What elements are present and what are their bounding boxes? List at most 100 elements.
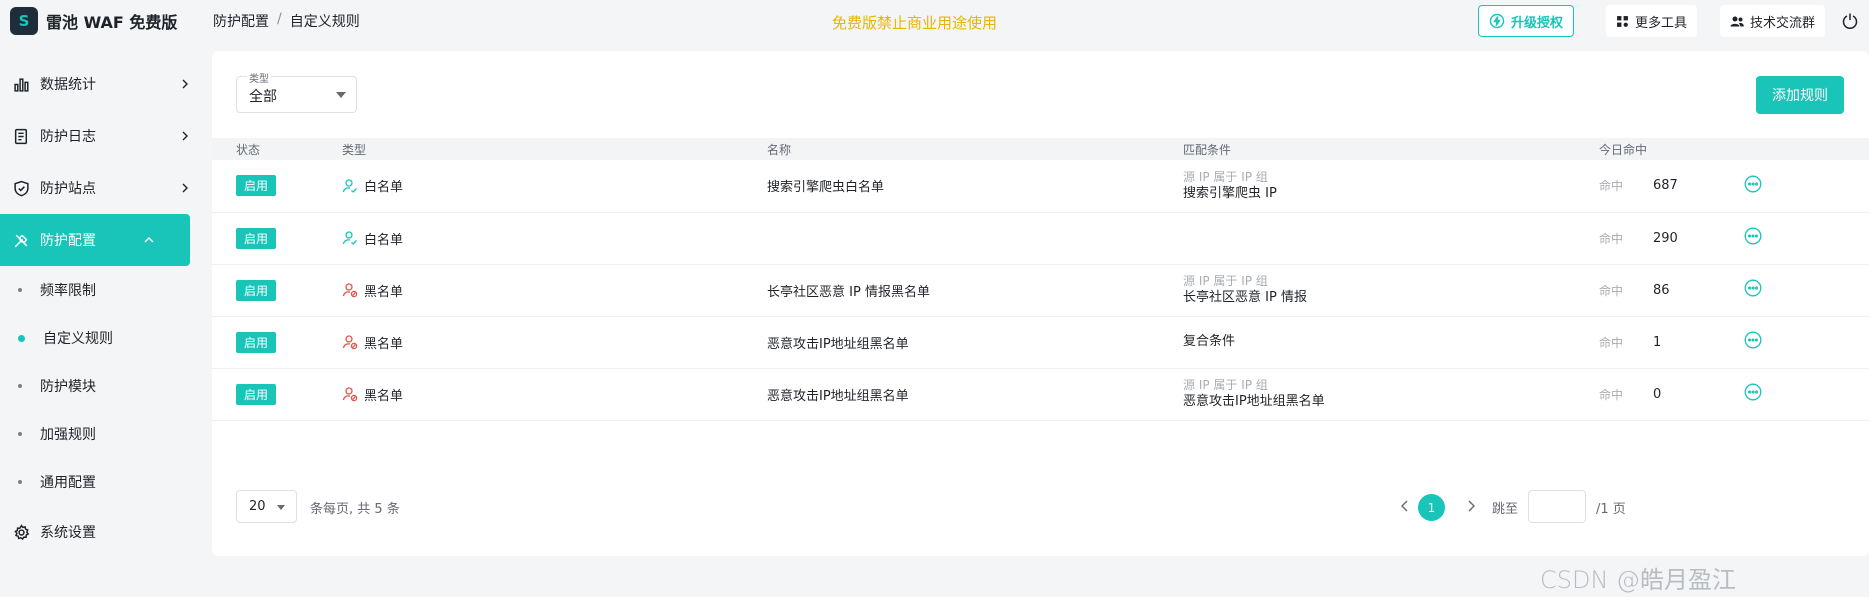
safeline-logo-icon: S (10, 7, 38, 35)
status-badge: 启用 (236, 383, 277, 405)
chevron-right-icon[interactable] (1462, 497, 1480, 515)
grid-icon (1617, 15, 1628, 27)
rule-name: 恶意攻击IP地址组黑名单 (767, 336, 909, 352)
pagination-info: 条每页, 共 5 条 (310, 502, 400, 517)
sidebar-sub-item-label: 频率限制 (40, 283, 96, 299)
tech-group-label: 技术交流群 (1750, 15, 1816, 31)
sidebar-sub-item-label: 防护模块 (40, 379, 96, 395)
add-rule-button[interactable]: 添加规则 (1756, 76, 1844, 114)
sidebar-sub-item-protection-modules[interactable]: 防护模块 (0, 362, 212, 410)
condition-label: 源 IP 属于 IP 组 (1183, 378, 1268, 392)
rule-type: 白名单 (364, 180, 404, 196)
chevron-left-icon[interactable] (1396, 497, 1414, 515)
rule-name: 恶意攻击IP地址组黑名单 (767, 388, 909, 404)
rules-table: 状态 类型 名称 匹配条件 今日命中 启用 白名单 搜索引擎爬虫白名单 源 IP… (212, 138, 1869, 421)
more-actions-icon[interactable] (1744, 331, 1762, 349)
breadcrumb-item-custom-rules: 自定义规则 (289, 14, 360, 30)
table-row[interactable]: 启用 黑名单 长亭社区恶意 IP 情报黑名单 源 IP 属于 IP 组 长亭社区… (212, 264, 1869, 316)
sidebar-item-sites[interactable]: 防护站点 (0, 162, 212, 214)
chevron-right-icon (182, 131, 188, 141)
hit-label: 命中 (1599, 179, 1624, 194)
type-filter-label: 类型 (247, 70, 271, 85)
tech-group-button[interactable]: 技术交流群 (1720, 5, 1826, 37)
sidebar-sub-item-general-config[interactable]: 通用配置 (0, 458, 212, 506)
condition-label: 源 IP 属于 IP 组 (1183, 169, 1268, 184)
csdn-watermark: CSDN @皓月盈江 (1540, 566, 1737, 594)
more-actions-icon[interactable] (1744, 227, 1762, 245)
status-badge: 启用 (236, 227, 277, 249)
sidebar-sub-item-rate-limit[interactable]: 频率限制 (0, 266, 212, 314)
sidebar-sub-item-enhanced-rules[interactable]: 加强规则 (0, 410, 212, 458)
chevron-right-icon (182, 79, 188, 89)
column-header-hits: 今日命中 (1599, 142, 1648, 157)
sidebar-item-label: 防护配置 (40, 233, 96, 249)
condition-value: 搜索引擎爬虫 IP (1183, 185, 1277, 201)
column-header-name: 名称 (767, 142, 792, 157)
blacklist-user-icon (342, 283, 358, 298)
jump-to-page-input[interactable] (1528, 490, 1586, 523)
hit-label: 命中 (1599, 283, 1624, 298)
column-header-condition: 匹配条件 (1183, 142, 1232, 157)
table-row[interactable]: 启用 白名单 搜索引擎爬虫白名单 源 IP 属于 IP 组 搜索引擎爬虫 IP … (212, 160, 1869, 212)
sidebar-item-system-settings[interactable]: 系统设置 (0, 506, 212, 558)
bullet-icon (18, 334, 25, 342)
bullet-icon (18, 384, 22, 388)
chevron-up-icon (144, 237, 154, 243)
breadcrumb-separator: / (277, 11, 282, 27)
gear-icon (12, 523, 30, 541)
column-header-type: 类型 (342, 142, 367, 157)
sidebar-item-label: 防护日志 (40, 129, 96, 145)
sidebar-nav: 数据统计 防护日志 防护站点 防护配置 频率限制 自定义规则 防护模块 加强规则… (0, 58, 212, 558)
more-actions-icon[interactable] (1744, 383, 1762, 401)
more-tools-button[interactable]: 更多工具 (1606, 5, 1698, 37)
breadcrumb-item-protection-config[interactable]: 防护配置 (213, 11, 269, 31)
page-number-current[interactable]: 1 (1418, 494, 1445, 521)
breadcrumb: 防护配置 / 自定义规则 (213, 11, 360, 31)
more-actions-icon[interactable] (1744, 175, 1762, 193)
rule-name: 搜索引擎爬虫白名单 (767, 180, 885, 196)
sidebar-item-protection-config[interactable]: 防护配置 (0, 214, 190, 266)
hit-label: 命中 (1599, 231, 1624, 246)
upgrade-license-button[interactable]: 升级授权 (1478, 5, 1575, 37)
rule-type: 黑名单 (364, 388, 404, 404)
blacklist-user-icon (342, 335, 358, 350)
page-size-select[interactable]: 20 (236, 490, 297, 523)
hit-label: 命中 (1599, 387, 1624, 402)
table-row[interactable]: 启用 黑名单 恶意攻击IP地址组黑名单 源 IP 属于 IP 组 恶意攻击IP地… (212, 368, 1869, 420)
sidebar: S 雷池 WAF 免费版 数据统计 防护日志 防护站点 防护配置 频率限制 自定… (0, 0, 212, 597)
total-pages: /1 页 (1596, 502, 1626, 517)
sidebar-sub-item-label: 自定义规则 (43, 331, 113, 347)
hit-count: 290 (1653, 230, 1678, 246)
users-icon (1730, 16, 1744, 26)
logout-icon[interactable] (1840, 11, 1860, 31)
sidebar-item-logs[interactable]: 防护日志 (0, 110, 212, 162)
sidebar-item-label: 数据统计 (40, 77, 96, 93)
whitelist-user-icon (342, 179, 357, 193)
brand-name: 雷池 WAF 免费版 (46, 13, 178, 32)
header: 防护配置 / 自定义规则 免费版禁止商业用途使用 升级授权 更多工具 技术交流群 (212, 0, 1869, 42)
sidebar-item-statistics[interactable]: 数据统计 (0, 58, 212, 110)
type-filter-value: 全部 (249, 89, 277, 105)
rule-type: 黑名单 (364, 284, 404, 300)
status-badge: 启用 (236, 279, 277, 301)
rule-name: 长亭社区恶意 IP 情报黑名单 (767, 284, 930, 300)
hit-count: 687 (1653, 178, 1678, 194)
table-row[interactable]: 启用 白名单 命中 290 (212, 212, 1869, 264)
whitelist-user-icon (342, 231, 357, 245)
hit-count: 86 (1653, 282, 1670, 298)
hit-count: 0 (1653, 386, 1662, 402)
sidebar-sub-item-custom-rules[interactable]: 自定义规则 (0, 314, 212, 362)
table-row[interactable]: 启用 黑名单 恶意攻击IP地址组黑名单 复合条件 命中 1 (212, 316, 1869, 368)
type-filter-select[interactable]: 类型 全部 (236, 70, 357, 113)
more-actions-icon[interactable] (1744, 279, 1762, 297)
bullet-icon (18, 288, 22, 292)
upgrade-license-label: 升级授权 (1511, 15, 1564, 31)
caret-down-icon (277, 505, 285, 510)
blacklist-user-icon (342, 387, 358, 402)
sidebar-item-label: 防护站点 (40, 181, 96, 197)
tools-icon (12, 231, 30, 249)
jump-to-label: 跳至 (1492, 502, 1519, 517)
bar-chart-icon (12, 75, 30, 93)
condition-label: 源 IP 属于 IP 组 (1183, 274, 1268, 288)
page-size-value: 20 (249, 499, 266, 514)
